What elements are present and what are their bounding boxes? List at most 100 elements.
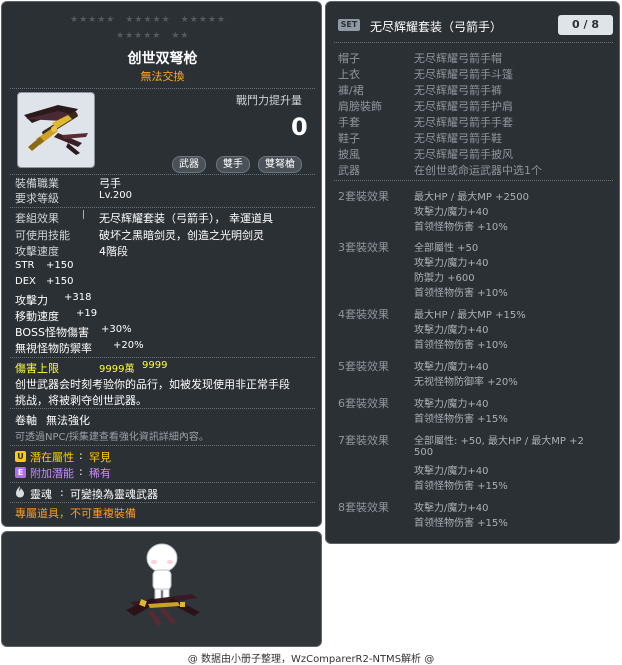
trade-status: 無法交換: [140, 70, 185, 83]
stat-value: +30%: [101, 324, 132, 335]
set-effect-line: 防禦力 +600: [414, 273, 475, 284]
set-part-slot: 褲/裙: [338, 84, 364, 97]
divider: [334, 42, 613, 43]
set-effect-tier-label: 7套裝效果: [338, 434, 389, 447]
potential-label: 潛在屬性: [30, 451, 74, 464]
divider: [10, 445, 315, 446]
set-part-slot: 鞋子: [338, 132, 360, 145]
scroll-hint: 可透過NPC/採集建查看強化資訊詳細內容。: [15, 432, 209, 443]
soul-label: 靈魂: [30, 488, 52, 501]
potential-e-icon: E: [15, 467, 26, 478]
stat-label: DEX: [15, 276, 36, 287]
scroll-value: 無法強化: [46, 414, 90, 427]
set-effect-line: 首领怪物伤害 +15%: [414, 481, 508, 492]
set-part-slot: 手套: [338, 116, 360, 129]
soul-flame-icon: [14, 485, 26, 501]
stat-label: 移動速度: [15, 310, 59, 323]
set-name: 无尽辉耀套装（弓箭手）: [370, 20, 503, 34]
set-effect-line: 攻擊力/魔力+40: [414, 466, 489, 477]
set-effect-line: 攻擊力/魔力+40: [414, 258, 489, 269]
set-effect-line: 首领怪物伤害 +10%: [414, 340, 508, 351]
set-effect-value: 无尽辉耀套装（弓箭手）， 幸運道具: [99, 212, 273, 225]
footer-credit: @ 数据由小册子整理，WzComparerR2-NTMS解析 @: [187, 654, 435, 665]
divider: [10, 88, 315, 89]
damage-cap-value-main: 9999萬: [99, 364, 135, 375]
set-effect-line: 无视怪物防御率 +20%: [414, 377, 518, 388]
set-effect-line: 首领怪物伤害 +15%: [414, 414, 508, 425]
stat-value: +150: [46, 276, 74, 287]
set-part-slot: 肩膀裝飾: [338, 100, 382, 113]
set-part-slot: 帽子: [338, 52, 360, 65]
set-part-item: 无尽辉耀弓箭手帽: [414, 52, 502, 65]
set-effect-line: 首领怪物伤害 +15%: [414, 518, 508, 529]
level-label: 要求等級: [15, 192, 59, 205]
set-part-slot: 武器: [338, 164, 360, 177]
set-part-item: 无尽辉耀弓箭手裤: [414, 84, 502, 97]
set-effect-line: 首领怪物伤害 +10%: [414, 288, 508, 299]
set-effect-tier-label: 4套裝效果: [338, 308, 389, 321]
set-part-item: 无尽辉耀弓箭手鞋: [414, 132, 502, 145]
set-part-item: 无尽辉耀弓箭手手套: [414, 116, 513, 129]
stat-label: STR: [15, 260, 35, 271]
set-effect-line: 最大HP / 最大MP +2500: [414, 192, 529, 203]
divider: [10, 207, 315, 208]
soul-value: 可變換為靈魂武器: [70, 488, 158, 501]
additional-potential-value: 稀有: [89, 467, 111, 480]
set-effect-tier-label: 6套裝效果: [338, 397, 389, 410]
set-part-slot: 上衣: [338, 68, 360, 81]
stat-value: +318: [64, 292, 92, 303]
set-info-panel: SET 无尽辉耀套装（弓箭手） 0 / 8 帽子 无尽辉耀弓箭手帽 上衣 无尽辉…: [325, 1, 620, 544]
description-line-2: 挑战，将被剥夺创世武器。: [15, 394, 147, 407]
star-force-row-2: ★★★★★ ★★: [116, 31, 190, 41]
set-effect-tier-label: 3套裝效果: [338, 241, 389, 254]
set-effect-line: 首领怪物伤害 +10%: [414, 222, 508, 233]
character-preview-image: [126, 543, 200, 626]
set-effect-tier-label: 5套裝效果: [338, 360, 389, 373]
set-effect-line: 攻擊力/魔力+40: [414, 325, 489, 336]
set-effect-line: 最大HP / 最大MP +15%: [414, 310, 526, 321]
star-force-row-1: ★★★★★ ★★★★★ ★★★★★: [70, 15, 227, 25]
item-tooltip-panel: ★★★★★ ★★★★★ ★★★★★ ★★★★★ ★★ 创世双弩枪 無法交換 戰鬥…: [1, 1, 322, 527]
exclusive-item-notice: 專屬道具，不可重複裝備: [15, 507, 136, 520]
potential-u-icon: U: [15, 451, 26, 462]
skills-label: 可使用技能: [15, 229, 70, 242]
damage-cap-label: 傷害上限: [15, 362, 59, 375]
set-effect-line: 500: [414, 447, 434, 458]
combat-power-value: 0: [291, 113, 308, 141]
divider: [10, 502, 315, 503]
scroll-label: 卷軸: [15, 414, 37, 427]
level-value: Lv.200: [99, 190, 132, 201]
divider: [10, 482, 315, 483]
item-name: 创世双弩枪: [127, 51, 198, 67]
divider: [10, 357, 315, 358]
potential-value: 罕見: [89, 451, 111, 464]
item-icon-frame: [17, 92, 95, 168]
stat-value: +150: [46, 260, 74, 271]
tag-weapon: 武器: [172, 156, 206, 173]
set-part-item: 在创世或命运武器中选1个: [414, 164, 542, 177]
attack-speed-label: 攻擊速度: [15, 245, 59, 258]
attack-speed-value: 4階段: [99, 245, 128, 258]
set-effect-marker: |: [82, 210, 86, 220]
stat-label: BOSS怪物傷害: [15, 326, 89, 339]
divider: [10, 408, 315, 409]
description-line-1: 创世武器会时刻考验你的品行，如被发现使用非正常手段: [15, 378, 290, 391]
tag-two-handed: 雙手: [216, 156, 250, 173]
set-effect-label: 套組效果: [15, 212, 59, 225]
skills-value: 破坏之黑暗剑灵，创造之光明剑灵: [99, 229, 264, 242]
set-effect-line: 攻擊力/魔力+40: [414, 503, 489, 514]
set-part-item: 无尽辉耀弓箭手护肩: [414, 100, 513, 113]
set-count: 0 / 8: [558, 15, 613, 35]
set-effect-line: 攻擊力/魔力+40: [414, 362, 489, 373]
set-effect-line: 攻擊力/魔力+40: [414, 399, 489, 410]
combat-power-label: 戰鬥力提升量: [236, 94, 302, 107]
divider: [334, 180, 613, 181]
set-effect-line: 全部屬性: +50, 最大HP / 最大MP +2: [414, 436, 584, 447]
set-part-item: 无尽辉耀弓箭手斗篷: [414, 68, 513, 81]
stat-value: +20%: [113, 340, 144, 351]
crossbow-icon: [24, 105, 88, 155]
set-badge: SET: [338, 19, 360, 31]
stat-value: +19: [76, 308, 98, 319]
set-effect-tier-label: 2套裝效果: [338, 190, 389, 203]
tag-dual-bowgun: 雙弩槍: [258, 156, 302, 173]
